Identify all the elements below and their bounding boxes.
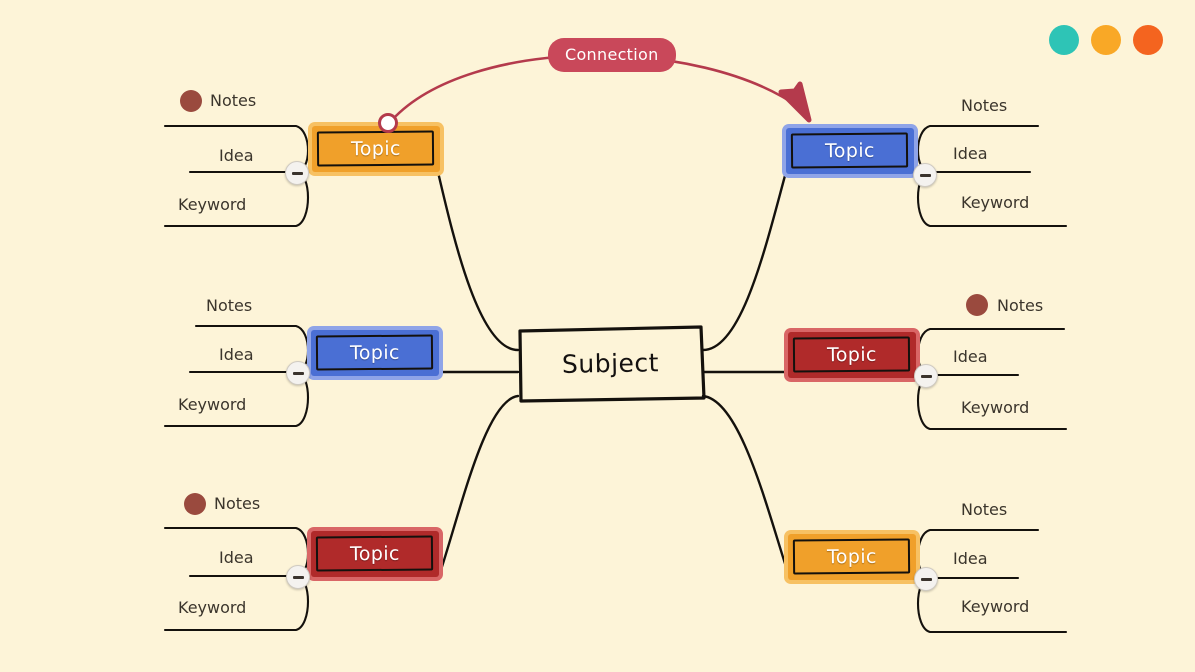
topic-label: Topic bbox=[349, 542, 401, 566]
collapse-toggle-top-left[interactable] bbox=[285, 161, 309, 185]
sublabel-keyword-top-right[interactable]: Keyword bbox=[961, 193, 1029, 212]
topic-label: Topic bbox=[824, 139, 876, 163]
amber-dot[interactable] bbox=[1091, 25, 1121, 55]
collapse-toggle-bottom-right[interactable] bbox=[914, 567, 938, 591]
collapse-toggle-mid-left[interactable] bbox=[286, 361, 310, 385]
sublabel-idea-top-left[interactable]: Idea bbox=[219, 146, 254, 165]
sublabel-notes-top-left[interactable]: Notes bbox=[210, 91, 256, 110]
sublabel-idea-mid-right[interactable]: Idea bbox=[953, 347, 988, 366]
teal-dot[interactable] bbox=[1049, 25, 1079, 55]
mindmap-canvas: Subject Topic Notes Idea Keyword Topic N… bbox=[0, 0, 1195, 672]
sublabel-idea-mid-left[interactable]: Idea bbox=[219, 345, 254, 364]
sublabel-idea-bottom-left[interactable]: Idea bbox=[219, 548, 254, 567]
sublabel-notes-mid-right[interactable]: Notes bbox=[997, 296, 1043, 315]
orange-dot[interactable] bbox=[1133, 25, 1163, 55]
sublabel-notes-bottom-right[interactable]: Notes bbox=[961, 500, 1007, 519]
branch-top-left bbox=[436, 170, 520, 352]
sublabel-keyword-top-left[interactable]: Keyword bbox=[178, 195, 246, 214]
sublabel-keyword-bottom-left[interactable]: Keyword bbox=[178, 598, 246, 617]
notes-bullet-top-left bbox=[180, 90, 202, 112]
hook-mid-right bbox=[917, 327, 1066, 377]
sublabel-keyword-mid-left[interactable]: Keyword bbox=[178, 395, 246, 414]
subject-node[interactable]: Subject bbox=[518, 327, 703, 399]
topic-label: Topic bbox=[349, 341, 401, 365]
branch-bottom-left bbox=[438, 394, 520, 575]
subject-label: Subject bbox=[561, 347, 660, 379]
collapse-toggle-bottom-left[interactable] bbox=[286, 565, 310, 589]
notes-bullet-mid-right bbox=[966, 294, 988, 316]
sublabel-notes-mid-left[interactable]: Notes bbox=[206, 296, 252, 315]
collapse-toggle-mid-right[interactable] bbox=[914, 364, 938, 388]
sublabel-notes-top-right[interactable]: Notes bbox=[961, 96, 1007, 115]
sublabel-keyword-mid-right[interactable]: Keyword bbox=[961, 398, 1029, 417]
branch-bottom-right bbox=[701, 394, 790, 575]
topic-label: Topic bbox=[350, 137, 402, 161]
topic-label: Topic bbox=[826, 545, 878, 569]
sublabel-idea-bottom-right[interactable]: Idea bbox=[953, 549, 988, 568]
connection-label[interactable]: Connection bbox=[548, 38, 676, 72]
notes-bullet-bottom-left bbox=[184, 493, 206, 515]
branch-top-right bbox=[701, 170, 788, 352]
sublabel-notes-bottom-left[interactable]: Notes bbox=[214, 494, 260, 513]
topic-label: Topic bbox=[826, 343, 878, 367]
topic-mid-left[interactable]: Topic bbox=[311, 330, 439, 376]
topic-top-right[interactable]: Topic bbox=[786, 128, 914, 174]
topic-top-left[interactable]: Topic bbox=[312, 126, 440, 172]
topic-bottom-right[interactable]: Topic bbox=[788, 534, 916, 580]
sublabel-keyword-bottom-right[interactable]: Keyword bbox=[961, 597, 1029, 616]
sublabel-idea-top-right[interactable]: Idea bbox=[953, 144, 988, 163]
connection-anchor-handle[interactable] bbox=[378, 113, 398, 133]
connection-arrowhead bbox=[778, 81, 812, 123]
window-dots bbox=[1049, 25, 1163, 55]
topic-bottom-left[interactable]: Topic bbox=[311, 531, 439, 577]
collapse-toggle-top-right[interactable] bbox=[913, 163, 937, 187]
topic-mid-right[interactable]: Topic bbox=[788, 332, 916, 378]
